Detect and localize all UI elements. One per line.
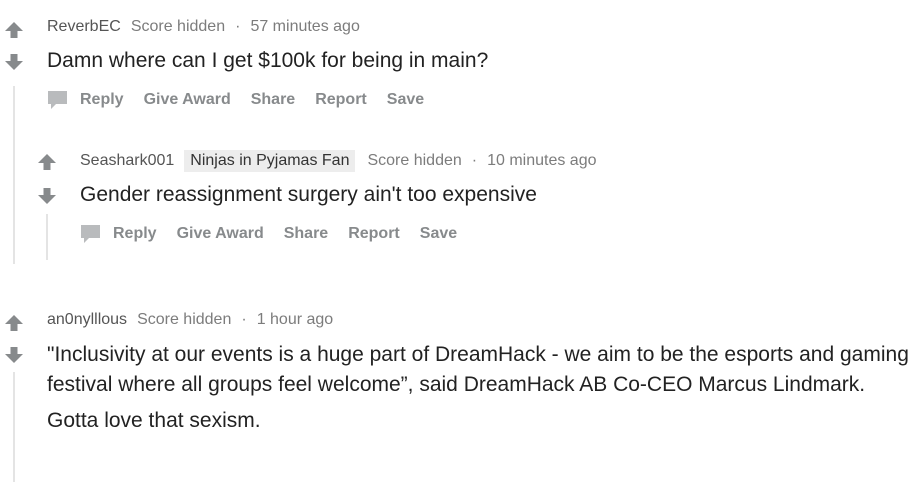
reply-button[interactable]: Reply [47,90,124,110]
reply-label: Reply [113,225,157,242]
give-award-button[interactable]: Give Award [177,225,264,243]
downvote-arrow-icon [5,347,23,363]
upvote-button[interactable] [4,20,24,40]
thread-line[interactable] [13,86,15,264]
comment-meta: Seashark001 Ninjas in Pyjamas Fan Score … [80,150,597,172]
reply-button[interactable]: Reply [80,224,157,244]
comment-author[interactable]: ReverbEC [47,18,121,36]
thread-line[interactable] [13,372,15,482]
comment-meta: ReverbEC Score hidden · 57 minutes ago [47,18,360,36]
comment-bubble-icon [48,91,67,109]
comment-body: "Inclusivity at our events is a huge par… [47,340,915,442]
comment-paragraph: Damn where can I get $100k for being in … [47,49,489,72]
report-button[interactable]: Report [348,225,400,243]
comment-time[interactable]: 1 hour ago [257,311,334,329]
comment-paragraph: "Inclusivity at our events is a huge par… [47,343,909,396]
comment-time[interactable]: 10 minutes ago [487,152,596,170]
downvote-arrow-icon [38,188,56,204]
separator-dot: · [241,311,247,328]
comment-body: Gender reassignment surgery ain't too ex… [80,180,900,216]
comment-paragraph: Gotta love that sexism. [47,409,261,432]
share-button[interactable]: Share [284,225,328,243]
upvote-arrow-icon [5,22,23,38]
comment-paragraph: Gender reassignment surgery ain't too ex… [80,183,537,206]
downvote-arrow-icon [5,54,23,70]
downvote-button[interactable] [37,186,57,206]
upvote-button[interactable] [4,313,24,333]
score-hidden: Score hidden [130,18,226,35]
score-hidden: Score hidden [137,311,232,328]
thread-line[interactable] [46,214,48,260]
comment-bubble-icon [81,225,100,243]
report-button[interactable]: Report [315,91,367,109]
separator-dot: · [471,152,478,169]
share-button[interactable]: Share [251,91,295,109]
save-button[interactable]: Save [420,225,457,243]
save-button[interactable]: Save [387,91,424,109]
user-flair: Ninjas in Pyjamas Fan [184,150,356,172]
reply-label: Reply [80,91,124,108]
comment-meta: an0nylllous Score hidden · 1 hour ago [47,311,333,329]
separator-dot: · [235,18,241,35]
comment-body: Damn where can I get $100k for being in … [47,46,907,82]
upvote-arrow-icon [5,315,23,331]
downvote-button[interactable] [4,52,24,72]
give-award-button[interactable]: Give Award [144,91,231,109]
upvote-arrow-icon [38,154,56,170]
comment-actions: Reply Give Award Share Report Save [80,224,477,244]
upvote-button[interactable] [37,152,57,172]
score-hidden: Score hidden [367,152,462,169]
comment-actions: Reply Give Award Share Report Save [47,90,444,110]
comment-author[interactable]: Seashark001 [80,152,174,170]
comment-author[interactable]: an0nylllous [47,311,127,329]
downvote-button[interactable] [4,345,24,365]
comment-time[interactable]: 57 minutes ago [250,18,359,36]
